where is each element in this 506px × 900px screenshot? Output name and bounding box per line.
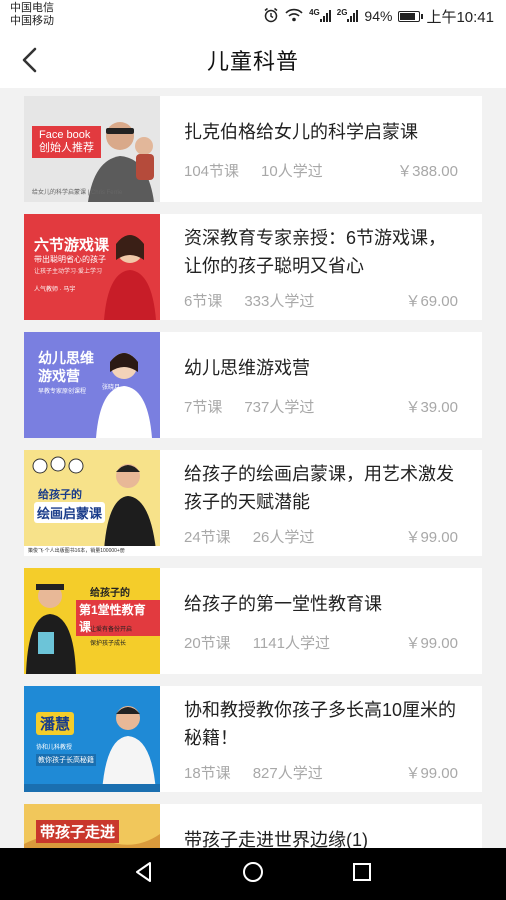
- signal-bars-icon: [347, 10, 359, 22]
- lesson-count: 18节课: [184, 765, 231, 782]
- status-indicators: 4G 2G 94% 上午10:41: [263, 6, 494, 26]
- thumb-badge: Face book 创始人推荐: [32, 126, 101, 158]
- course-info: 带孩子走进世界边缘(1): [160, 804, 482, 848]
- learner-count: 1141人学过: [252, 635, 330, 652]
- square-recent-icon[interactable]: [352, 862, 372, 887]
- course-info: 幼儿思维游戏营 7节课 737人学过 ￥39.00: [160, 332, 482, 438]
- course-list[interactable]: Face book 创始人推荐 给女儿的科学启蒙课 | Chris Ferrie…: [24, 96, 482, 848]
- thumb-line1: 六节游戏课: [34, 237, 110, 254]
- battery-percent: 94%: [364, 8, 393, 24]
- course-info: 给孩子的第一堂性教育课 20节课 1141人学过 ￥99.00: [160, 568, 482, 674]
- thumb-line1: 幼儿思维: [38, 350, 94, 366]
- course-card[interactable]: 六节游戏课 带出聪明省心的孩子 让孩子主动学习·爱上学习 人气教师 · 马宇 资…: [24, 214, 482, 320]
- signal-4g: 4G: [309, 8, 331, 22]
- course-title: 扎克伯格给女儿的科学启蒙课: [184, 122, 418, 142]
- course-thumbnail: 带孩子走进: [24, 804, 160, 848]
- course-thumbnail: 潘慧 协和儿科教授 教你孩子长高秘籍: [24, 686, 160, 792]
- thumb-line4: 张晓月: [102, 385, 121, 391]
- circle-home-icon[interactable]: [242, 861, 264, 888]
- course-title: 资深教育专家亲授：6节游戏课，让你的孩子聪明又省心: [184, 228, 447, 276]
- course-title: 给孩子的第一堂性教育课: [184, 594, 382, 614]
- wifi-icon: [285, 8, 303, 25]
- lesson-count: 6节课: [184, 293, 223, 310]
- carrier-1: 中国电信: [10, 2, 54, 14]
- course-price: ￥388.00: [397, 163, 458, 180]
- course-title: 带孩子走进世界边缘(1): [184, 830, 368, 848]
- thumb-line2: 游戏营: [38, 368, 80, 384]
- thumb-line2: 带出聪明省心的孩子: [34, 255, 106, 264]
- learner-count: 26人学过: [252, 529, 315, 546]
- course-meta: 20节课 1141人学过 ￥99.00: [184, 632, 458, 653]
- lesson-count: 7节课: [184, 399, 223, 416]
- course-meta: 7节课 737人学过 ￥39.00: [184, 396, 458, 417]
- course-card[interactable]: 给孩子的 第1堂性教育课 让爱有备份开启 保护孩子成长 给孩子的第一堂性教育课 …: [24, 568, 482, 674]
- course-thumbnail: 给孩子的 第1堂性教育课 让爱有备份开启 保护孩子成长: [24, 568, 160, 674]
- course-thumbnail: 幼儿思维 游戏营 早教专家原创课程 张晓月: [24, 332, 160, 438]
- signal-bars-icon: [319, 10, 331, 22]
- lesson-count: 24节课: [184, 529, 231, 546]
- clock: 上午10:41: [426, 8, 494, 26]
- course-price: ￥99.00: [405, 635, 458, 652]
- course-price: ￥39.00: [405, 399, 458, 416]
- course-price: ￥99.00: [405, 765, 458, 782]
- thumb-line3: 让爱有备份开启: [90, 627, 133, 633]
- course-meta: 6节课 333人学过 ￥69.00: [184, 290, 458, 311]
- course-info: 协和教授教你孩子多长高10厘米的秘籍！ 18节课 827人学过 ￥99.00: [160, 686, 482, 792]
- thumb-line1: 潘慧: [36, 712, 75, 735]
- thumb-line1: 给孩子的: [90, 588, 130, 599]
- carrier-labels: 中国电信 中国移动: [10, 2, 54, 28]
- learner-count: 333人学过: [244, 293, 315, 310]
- course-title: 给孩子的绘画启蒙课，用艺术激发孩子的天赋潜能: [184, 464, 454, 512]
- course-title: 协和教授教你孩子多长高10厘米的秘籍！: [184, 700, 457, 748]
- course-thumbnail: 给孩子的 绘画启蒙课 策俊飞·个人出版图书16本，销量100000+册: [24, 450, 160, 556]
- top-nav-bar: 儿童科普: [0, 32, 506, 88]
- course-thumbnail: Face book 创始人推荐 给女儿的科学启蒙课 | Chris Ferrie: [24, 96, 160, 202]
- course-card[interactable]: 幼儿思维 游戏营 早教专家原创课程 张晓月 幼儿思维游戏营 7节课 737人学过…: [24, 332, 482, 438]
- signal-2g: 2G: [336, 8, 359, 22]
- course-meta: 18节课 827人学过 ￥99.00: [184, 762, 458, 783]
- carrier-2: 中国移动: [10, 15, 54, 27]
- thumb-line1: Face book: [39, 129, 91, 141]
- battery-icon: [398, 10, 424, 22]
- thumb-line1: 给孩子的: [38, 489, 82, 501]
- photo-illustration: [24, 686, 160, 792]
- lesson-count: 20节课: [184, 635, 231, 652]
- course-thumbnail: 六节游戏课 带出聪明省心的孩子 让孩子主动学习·爱上学习 人气教师 · 马宇: [24, 214, 160, 320]
- thumb-line2: 绘画启蒙课: [34, 502, 106, 523]
- course-card[interactable]: Face book 创始人推荐 给女儿的科学启蒙课 | Chris Ferrie…: [24, 96, 482, 202]
- thumb-footer: 策俊飞·个人出版图书16本，销量100000+册: [28, 548, 125, 554]
- thumb-line4: 保护孩子成长: [90, 641, 127, 647]
- page-title: 儿童科普: [206, 49, 299, 74]
- course-title: 幼儿思维游戏营: [184, 358, 310, 378]
- net-label-2: 2G: [336, 8, 348, 17]
- thumb-footer: 给女儿的科学启蒙课 | Chris Ferrie: [32, 190, 123, 196]
- net-label-1: 4G: [309, 8, 320, 17]
- alarm-icon: [263, 7, 279, 26]
- learner-count: 737人学过: [244, 399, 315, 416]
- thumb-line2: 教你孩子长高秘籍: [36, 754, 96, 766]
- status-bar: 中国电信 中国移动 4G 2G 94% 上午10:41: [0, 0, 506, 32]
- course-info: 资深教育专家亲授：6节游戏课，让你的孩子聪明又省心 6节课 333人学过 ￥69…: [160, 214, 482, 320]
- thumb-line2: 创始人推荐: [39, 142, 94, 154]
- lesson-count: 104节课: [184, 163, 240, 180]
- course-info: 给孩子的绘画启蒙课，用艺术激发孩子的天赋潜能 24节课 26人学过 ￥99.00: [160, 450, 482, 556]
- course-info: 扎克伯格给女儿的科学启蒙课 104节课 10人学过 ￥388.00: [160, 96, 482, 202]
- system-nav-bar: [0, 848, 506, 900]
- course-card[interactable]: 潘慧 协和儿科教授 教你孩子长高秘籍 协和教授教你孩子多长高10厘米的秘籍！ 1…: [24, 686, 482, 792]
- thumb-line3: 让孩子主动学习·爱上学习: [34, 269, 102, 275]
- learner-count: 10人学过: [261, 163, 323, 180]
- thumb-line3: 早教专家原创课程: [38, 389, 87, 395]
- thumb-line1: 带孩子走进: [36, 820, 120, 843]
- course-price: ￥69.00: [405, 293, 458, 310]
- thumb-line3: 协和儿科教授: [36, 745, 73, 751]
- course-card[interactable]: 带孩子走进 带孩子走进世界边缘(1): [24, 804, 482, 848]
- course-card[interactable]: 给孩子的 绘画启蒙课 策俊飞·个人出版图书16本，销量100000+册 给孩子的…: [24, 450, 482, 556]
- learner-count: 827人学过: [252, 765, 323, 782]
- thumb-line4: 人气教师 · 马宇: [34, 287, 76, 293]
- course-meta: 104节课 10人学过 ￥388.00: [184, 160, 458, 181]
- triangle-back-icon[interactable]: [134, 861, 154, 888]
- course-price: ￥99.00: [405, 529, 458, 546]
- course-meta: 24节课 26人学过 ￥99.00: [184, 526, 458, 547]
